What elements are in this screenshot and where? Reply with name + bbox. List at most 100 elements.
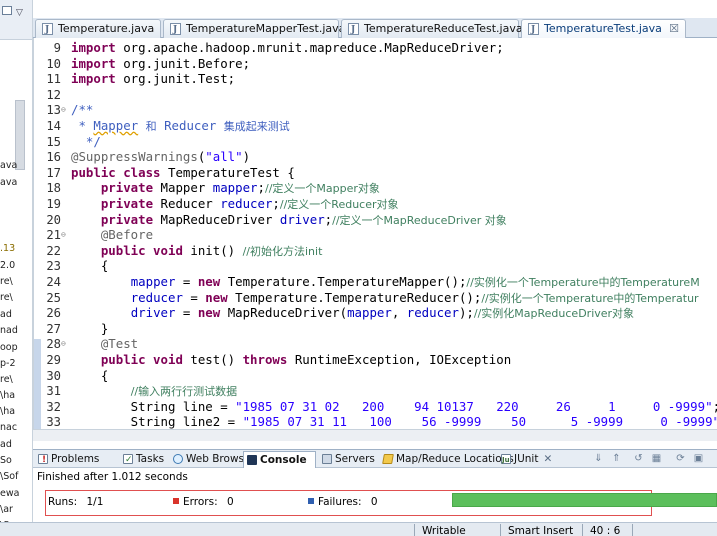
fold-toggle-icon[interactable]: ⊖ xyxy=(61,227,71,243)
code-line[interactable]: 20 private MapReduceDriver driver;//定义一个… xyxy=(34,212,717,228)
package-explorer-item[interactable]: p-2 xyxy=(0,358,16,369)
arrow-down-icon[interactable]: ⇓ xyxy=(592,452,605,465)
code-token: Mapper xyxy=(153,180,213,196)
code-token: MapReduceDriver( xyxy=(220,305,348,321)
code-line[interactable]: 30 { xyxy=(34,368,717,384)
code-line[interactable]: 21⊖ @Before xyxy=(34,227,717,243)
code-line[interactable]: 29 public void test() throws RuntimeExce… xyxy=(34,352,717,368)
code-token: public void xyxy=(100,352,183,367)
history-icon[interactable]: ↺ xyxy=(632,452,645,465)
line-number: 29 xyxy=(46,353,61,367)
code-line[interactable]: 22 public void init() //初始化方法init xyxy=(34,243,717,259)
line-number: 28 xyxy=(46,337,61,352)
code-token: //实例化一个Temperature中的Temperatur xyxy=(481,291,699,305)
line-number: 24 xyxy=(46,275,61,289)
editor-tab-temperature[interactable]: Temperature.java xyxy=(35,19,161,39)
package-explorer-item[interactable]: oop xyxy=(0,342,18,353)
failures-value: 0 xyxy=(370,496,378,508)
code-token: private xyxy=(100,180,154,196)
code-line[interactable]: 10 import org.junit.Before; xyxy=(34,56,717,72)
view-menu-icon[interactable]: ▽ xyxy=(16,8,23,18)
junit-progress-bar xyxy=(452,493,717,507)
package-explorer-item[interactable]: ewa xyxy=(0,488,19,499)
problems-icon xyxy=(38,452,48,468)
package-explorer-item[interactable]: re\ xyxy=(0,292,13,303)
arrow-up-icon[interactable]: ⇑ xyxy=(610,452,623,465)
package-explorer-item[interactable]: .13 xyxy=(0,243,15,254)
servers-icon xyxy=(322,454,332,464)
code-text: */ xyxy=(71,134,101,150)
package-explorer-item[interactable]: \Sof xyxy=(0,471,18,482)
package-explorer-item[interactable]: So xyxy=(0,455,12,466)
code-token: 和 xyxy=(145,120,157,133)
code-line[interactable]: 15 */ xyxy=(34,134,717,150)
code-text: driver = new MapReduceDriver(mapper, red… xyxy=(71,305,634,322)
package-explorer-item[interactable]: nad xyxy=(0,325,18,336)
package-explorer-item[interactable]: ava xyxy=(0,177,17,188)
code-line[interactable]: 26 driver = new MapReduceDriver(mapper, … xyxy=(34,305,717,321)
code-line[interactable]: 18 private Mapper mapper;//定义一个Mapper对象 xyxy=(34,180,717,196)
code-line[interactable]: 25 reducer = new Temperature.Temperature… xyxy=(34,290,717,306)
package-explorer-item[interactable]: \ar xyxy=(0,504,13,515)
editor-tab-temperaturereducetest[interactable]: TemperatureReduceTest.java xyxy=(341,19,523,39)
code-line[interactable]: 24 mapper = new Temperature.TemperatureM… xyxy=(34,274,717,290)
code-token: 集成起来测试 xyxy=(223,120,290,133)
package-explorer-item[interactable]: 2.0 xyxy=(0,260,15,271)
tasks-icon xyxy=(123,452,133,468)
line-number: 30 xyxy=(46,368,61,383)
view-tab-web-browser[interactable]: Web Browser xyxy=(170,451,255,468)
line-number: 33 xyxy=(46,415,61,429)
code-line[interactable]: 23 { xyxy=(34,258,717,274)
editor-tab-temperaturetest[interactable]: TemperatureTest.java ☒ xyxy=(521,19,686,39)
code-line[interactable]: 9 import org.apache.hadoop.mrunit.mapredu… xyxy=(34,40,717,56)
code-text: @Before xyxy=(71,227,153,243)
package-explorer-item[interactable]: \ha xyxy=(0,390,15,401)
rerun-icon[interactable]: ⟳ xyxy=(674,452,687,465)
view-tab-console[interactable]: Console xyxy=(243,451,316,468)
code-token: } xyxy=(71,320,109,336)
code-token: reducer xyxy=(130,289,183,305)
stop-icon[interactable]: ▣ xyxy=(692,452,705,465)
package-explorer-item[interactable]: re\ xyxy=(0,276,13,287)
package-explorer-item[interactable]: ad xyxy=(0,439,12,450)
editor-tab-temperaturemappertest[interactable]: TemperatureMapperTest.java xyxy=(163,19,345,39)
line-number: 32 xyxy=(46,399,61,414)
view-tab-problems[interactable]: Problems xyxy=(35,451,117,468)
code-line[interactable]: 17 public class TemperatureTest { xyxy=(34,165,717,181)
code-line[interactable]: 11 import org.junit.Test; xyxy=(34,71,717,87)
view-tab-servers[interactable]: Servers xyxy=(319,451,377,468)
status-bar: Writable Smart Insert 40 : 6 xyxy=(0,522,717,536)
editor-horizontal-scrollbar[interactable] xyxy=(33,429,717,441)
view-tab-junit[interactable]: JUnit ✕ xyxy=(498,451,560,468)
code-line[interactable]: 32 String line = "1985 07 31 02 200 94 1… xyxy=(34,399,717,415)
code-text: private Reducer reducer;//定义一个Reducer对象 xyxy=(71,196,399,213)
code-token: = xyxy=(175,274,198,289)
code-token: String line2 = xyxy=(71,414,243,429)
code-editor[interactable]: 9 import org.apache.hadoop.mrunit.mapredu… xyxy=(33,38,717,429)
close-tab-icon[interactable]: ☒ xyxy=(669,20,679,37)
package-explorer-item[interactable]: ad xyxy=(0,309,12,320)
view-tab-map-reduce-locations[interactable]: Map/Reduce Locations xyxy=(380,451,514,468)
code-line[interactable]: 28⊖ @Test xyxy=(34,336,717,352)
package-explorer-item[interactable]: nac xyxy=(0,422,17,433)
code-line[interactable]: 31 //输入两行行测试数据 xyxy=(34,383,717,399)
collapse-all-icon[interactable] xyxy=(2,6,12,15)
line-number: 11 xyxy=(46,72,61,87)
code-line[interactable]: 13⊖/** xyxy=(34,102,717,118)
code-line[interactable]: 16 @SuppressWarnings("all") xyxy=(34,149,717,165)
close-view-icon[interactable]: ✕ xyxy=(543,453,552,465)
code-line[interactable]: 33 String line2 = "1985 07 31 11 100 56 … xyxy=(34,414,717,429)
code-line[interactable]: 14 * Mapper 和 Reducer 集成起来测试 xyxy=(34,118,717,134)
code-line[interactable]: 12 xyxy=(34,87,717,103)
code-line[interactable]: 27 } xyxy=(34,321,717,337)
fold-toggle-icon[interactable]: ⊖ xyxy=(61,102,71,118)
layout-icon[interactable]: ▦ xyxy=(650,452,663,465)
code-line[interactable]: 19 private Reducer reducer;//定义一个Reducer… xyxy=(34,196,717,212)
package-explorer-item[interactable]: \ha xyxy=(0,406,15,417)
view-tab-tasks[interactable]: Tasks xyxy=(120,451,168,468)
package-explorer-item[interactable]: ava xyxy=(0,160,17,171)
package-explorer-item[interactable]: re\ xyxy=(0,374,13,385)
fold-toggle-icon[interactable]: ⊖ xyxy=(61,336,71,352)
